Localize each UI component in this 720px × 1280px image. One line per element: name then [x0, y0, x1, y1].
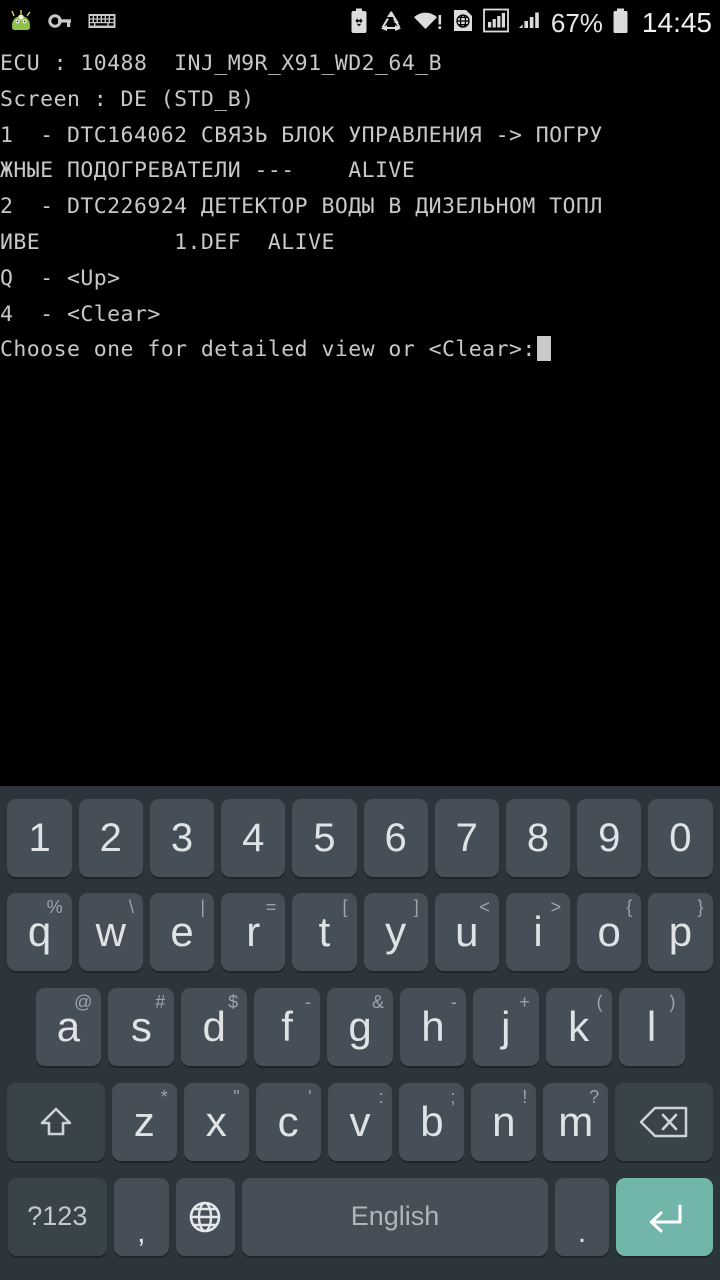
- terminal-cursor: [536, 336, 551, 362]
- on-screen-keyboard[interactable]: 1 2 3 4 5 6 7 8 9 0 % q \ w | e = r [t ] y < u…: [0, 786, 720, 1280]
- data-saver-icon: [378, 9, 404, 38]
- key-f[interactable]: -f: [254, 987, 321, 1066]
- symbols-key[interactable]: ?123: [7, 1177, 108, 1256]
- backspace-key[interactable]: [615, 1082, 713, 1161]
- key-0[interactable]: 0: [648, 799, 713, 877]
- key-3[interactable]: 3: [149, 799, 215, 877]
- key-e[interactable]: | e: [149, 892, 215, 971]
- terminal-line: ИВЕ 1.DEF ALIVE: [0, 229, 335, 255]
- key-6[interactable]: 6: [363, 799, 428, 877]
- backspace-icon: [638, 1103, 690, 1141]
- key-i[interactable]: > i: [505, 892, 571, 971]
- key-k[interactable]: (k: [545, 987, 612, 1066]
- key-g[interactable]: & g: [327, 987, 393, 1066]
- keyboard-number-row: 1 2 3 4 5 6 7 8 9 0: [4, 792, 716, 884]
- status-bar: 67% 14:45: [0, 0, 720, 46]
- enter-key[interactable]: [616, 1177, 713, 1256]
- key-j[interactable]: + j: [472, 987, 539, 1066]
- key-w[interactable]: \ w: [78, 892, 143, 971]
- status-bar-clock: 14:45: [641, 7, 712, 38]
- language-globe-key[interactable]: [175, 1177, 236, 1256]
- terminal-line: 1 - DTC164062 СВЯЗЬ БЛОК УПРАВЛЕНИЯ -> П…: [0, 122, 603, 148]
- keyboard-function-row: ?123 , English .: [4, 1169, 716, 1264]
- key-t[interactable]: [t: [292, 892, 357, 971]
- keyboard-icon: [88, 12, 116, 35]
- battery-icon: [612, 8, 629, 39]
- sim-globe-icon: [452, 8, 474, 38]
- key-9[interactable]: 9: [577, 799, 642, 877]
- comma-key[interactable]: ,: [114, 1177, 169, 1256]
- battery-saver-icon: [349, 8, 369, 39]
- terminal-line-option-clear: 4 - <Clear>: [0, 301, 161, 327]
- key-o[interactable]: {o: [577, 892, 642, 971]
- terminal-line: ECU : 10488 INJ_M9R_X91_WD2_64_B: [0, 51, 443, 76]
- signal-bars-boxed-icon: [482, 8, 509, 38]
- key-c[interactable]: ' c: [255, 1082, 321, 1161]
- key-2[interactable]: 2: [78, 799, 143, 877]
- globe-icon: [185, 1197, 225, 1237]
- key-q[interactable]: % q: [7, 892, 72, 971]
- key-b[interactable]: ; b: [399, 1082, 465, 1161]
- key-r[interactable]: = r: [221, 892, 286, 971]
- key-u[interactable]: < u: [434, 892, 499, 971]
- terminal-output[interactable]: ECU : 10488 INJ_M9R_X91_WD2_64_B Screen …: [0, 46, 720, 786]
- key-d[interactable]: $ d: [181, 987, 248, 1066]
- shift-arrow-icon: [35, 1102, 77, 1142]
- key-5[interactable]: 5: [292, 799, 357, 877]
- terminal-line-option-up: Q - <Up>: [0, 265, 121, 291]
- key-z[interactable]: * z: [111, 1082, 177, 1161]
- key-8[interactable]: 8: [505, 799, 571, 877]
- key-n[interactable]: ! n: [471, 1082, 537, 1161]
- shift-key[interactable]: [7, 1082, 105, 1161]
- status-bar-left-icons: [0, 8, 116, 39]
- key-s[interactable]: # s: [108, 987, 175, 1066]
- enter-arrow-icon: [642, 1198, 686, 1236]
- terminal-line: ЖНЫЕ ПОДОГРЕВАТЕЛИ --- ALIVE: [0, 158, 416, 184]
- terminal-line: Screen : DE (STD_B): [0, 86, 255, 112]
- key-a[interactable]: @ a: [35, 987, 102, 1066]
- vpn-key-icon: [48, 10, 74, 37]
- signal-bars-icon: [518, 8, 542, 38]
- key-p[interactable]: } p: [648, 892, 713, 971]
- terminal-prompt-line: Choose one for detailed view or <Clear>:: [0, 332, 720, 368]
- status-bar-right-icons: 67% 14:45: [349, 0, 712, 46]
- key-h[interactable]: -h: [399, 987, 466, 1066]
- terminal-line: 2 - DTC226924 ДЕТЕКТОР ВОДЫ В ДИЗЕЛЬНОМ …: [0, 194, 603, 220]
- wifi-alert-icon: [413, 9, 443, 37]
- key-l[interactable]: ) l: [618, 987, 685, 1066]
- terminal-prompt-text: Choose one for detailed view or <Clear>:: [0, 337, 536, 363]
- key-7[interactable]: 7: [434, 799, 499, 877]
- device-screen: 67% 14:45 ECU : 10488 INJ_M9R_X91_WD2_64…: [0, 0, 720, 1280]
- keyboard-home-row: @ a # s $ d -f & g -h + j (k ) l: [4, 979, 716, 1074]
- key-1[interactable]: 1: [7, 799, 72, 877]
- key-4[interactable]: 4: [221, 799, 286, 877]
- android-mascot-icon: [8, 8, 34, 39]
- battery-percent-label: 67%: [550, 7, 603, 38]
- keyboard-bottom-letter-row: * z " x ' c :v ; b ! n ? m: [4, 1074, 716, 1169]
- period-key[interactable]: .: [554, 1177, 610, 1256]
- key-y[interactable]: ] y: [363, 892, 428, 971]
- key-x[interactable]: " x: [183, 1082, 249, 1161]
- space-key[interactable]: English: [242, 1177, 548, 1256]
- key-m[interactable]: ? m: [543, 1082, 609, 1161]
- key-v[interactable]: :v: [327, 1082, 393, 1161]
- keyboard-qwerty-row: % q \ w | e = r [t ] y < u > i {o } p: [4, 884, 716, 979]
